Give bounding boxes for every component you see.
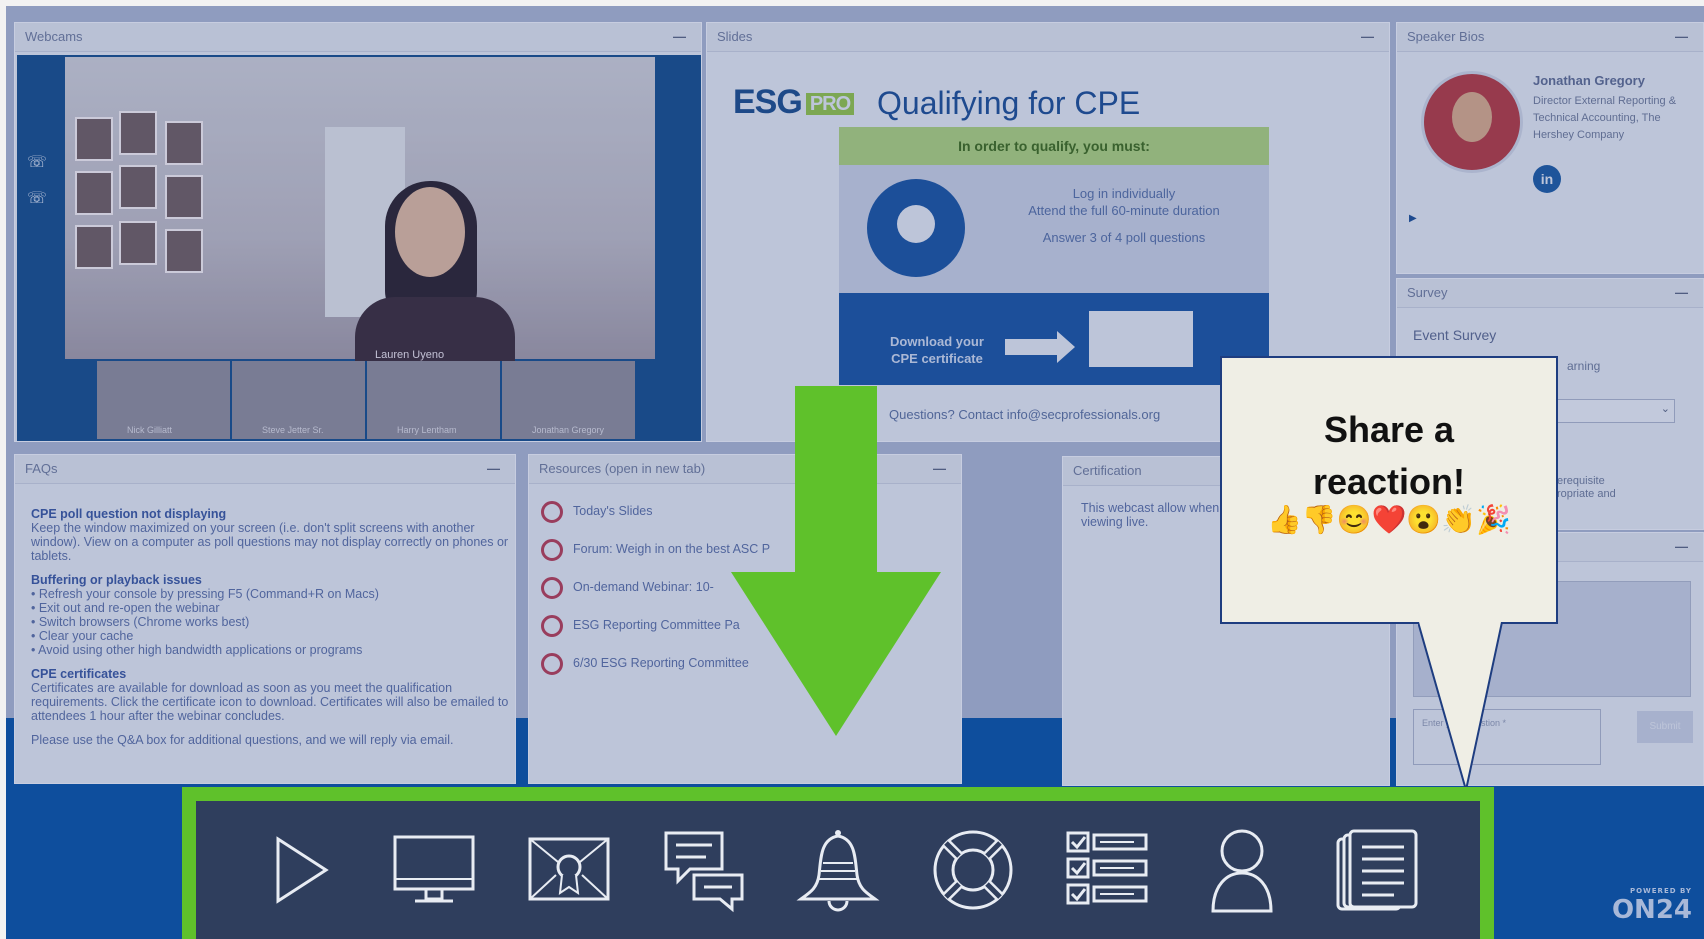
presenter-name: Lauren Uyeno bbox=[375, 349, 445, 361]
panel-title: Slides bbox=[717, 29, 753, 44]
award-ribbon-icon bbox=[867, 179, 965, 277]
faq-text: Please use the Q&A box for additional qu… bbox=[31, 733, 454, 747]
resource-icon bbox=[541, 539, 563, 561]
callout-tail bbox=[1418, 622, 1503, 791]
panel-title: Resources (open in new tab) bbox=[539, 461, 706, 476]
submit-button[interactable]: Submit bbox=[1637, 711, 1693, 743]
play-icon[interactable] bbox=[254, 822, 344, 918]
webcams-header[interactable]: Webcams — bbox=[15, 23, 701, 52]
speaker-name: Jonathan Gregory bbox=[1533, 73, 1645, 88]
minimize-icon[interactable]: — bbox=[487, 455, 501, 483]
speaker-bios-panel: Speaker Bios — Jonathan Gregory Director… bbox=[1396, 22, 1704, 274]
panel-title: FAQs bbox=[25, 461, 58, 476]
slides-header[interactable]: Slides — bbox=[707, 23, 1389, 52]
resource-icon bbox=[541, 501, 563, 523]
wall-frames bbox=[75, 111, 215, 287]
panel-title: Survey bbox=[1407, 285, 1448, 300]
call-icons[interactable]: ☏ ☏ bbox=[27, 145, 47, 217]
minimize-icon[interactable]: — bbox=[673, 23, 687, 51]
resource-icon bbox=[541, 615, 563, 637]
bell-icon[interactable] bbox=[793, 822, 883, 918]
checklist-icon[interactable] bbox=[1062, 822, 1152, 918]
chevron-down-icon: ⌄ bbox=[1660, 403, 1670, 415]
certificate-icon[interactable] bbox=[524, 822, 614, 918]
lifebuoy-icon[interactable] bbox=[928, 822, 1018, 918]
on24-logo: POWERED BY ON24 bbox=[1611, 887, 1692, 925]
expand-arrow-icon[interactable]: ▶ bbox=[1409, 213, 1417, 224]
main-video: Lauren Uyeno bbox=[65, 57, 655, 367]
minimize-icon[interactable]: — bbox=[1361, 23, 1375, 51]
esg-pro-logo: ESG PRO bbox=[733, 83, 855, 122]
monitor-icon[interactable] bbox=[389, 822, 479, 918]
faq-text: Certificates are available for download … bbox=[31, 681, 509, 723]
faq-heading: CPE poll question not displaying bbox=[31, 507, 227, 521]
faq-heading: Buffering or playback issues bbox=[31, 573, 202, 587]
survey-dropdown[interactable]: ⌄ bbox=[1555, 399, 1675, 423]
minimize-icon[interactable]: — bbox=[1675, 533, 1689, 561]
participant-thumbnail: Jonathan Gregory bbox=[502, 361, 637, 439]
webcam-stream: ☏ ☏ Lauren Uyeno Nick Gilliatt Steve Jett… bbox=[17, 55, 701, 441]
survey-title: Event Survey bbox=[1413, 327, 1497, 343]
panel-title: Speaker Bios bbox=[1407, 29, 1485, 44]
requirements-box: In order to qualify, you must: Log in in… bbox=[839, 127, 1269, 385]
minimize-icon[interactable]: — bbox=[1675, 279, 1689, 307]
linkedin-icon[interactable]: in bbox=[1533, 165, 1561, 193]
callout-title: Share a reaction! bbox=[1312, 409, 1466, 502]
participant-thumbnail: Steve Jetter Sr. bbox=[232, 361, 367, 439]
survey-question-fragment: erequisite ropriate and bbox=[1557, 475, 1616, 500]
panel-title: Webcams bbox=[25, 29, 83, 44]
bios-header[interactable]: Speaker Bios — bbox=[1397, 23, 1703, 52]
document-icon[interactable] bbox=[1332, 822, 1422, 918]
speaker-role: Director External Reporting & Technical … bbox=[1533, 95, 1677, 141]
download-banner: Download your CPE certificate bbox=[839, 293, 1269, 385]
console-toolbar bbox=[182, 787, 1494, 939]
arrow-right-icon bbox=[1005, 331, 1075, 363]
webinar-console: Webcams — ☏ ☏ Lauren Uyeno Nick Gilliatt … bbox=[0, 0, 1704, 939]
person-icon[interactable] bbox=[1197, 822, 1287, 918]
avatar bbox=[1421, 71, 1523, 173]
chat-icon[interactable] bbox=[658, 822, 748, 918]
slide-title: Qualifying for CPE bbox=[877, 85, 1141, 121]
top-border bbox=[0, 0, 1704, 6]
webcams-panel: Webcams — ☏ ☏ Lauren Uyeno Nick Gilliatt … bbox=[14, 22, 702, 442]
survey-question-fragment: arning bbox=[1567, 359, 1601, 373]
faq-heading: CPE certificates bbox=[31, 667, 127, 681]
faqs-header[interactable]: FAQs — bbox=[15, 455, 515, 484]
requirements-list: Log in individually Attend the full 60-m… bbox=[1028, 186, 1220, 245]
requirements-header: In order to qualify, you must: bbox=[839, 127, 1269, 165]
resource-icon bbox=[541, 577, 563, 599]
participant-thumbnail: Nick Gilliatt bbox=[97, 361, 232, 439]
toolbar-icons bbox=[196, 801, 1480, 939]
faq-text: • Refresh your console by pressing F5 (C… bbox=[31, 587, 379, 657]
participant-thumbnail: Harry Lentham bbox=[367, 361, 502, 439]
certificate-preview bbox=[1089, 311, 1193, 367]
download-label: Download your CPE certificate bbox=[890, 334, 984, 366]
survey-header[interactable]: Survey — bbox=[1397, 279, 1703, 308]
minimize-icon[interactable]: — bbox=[1675, 23, 1689, 51]
faq-text: Keep the window maximized on your screen… bbox=[31, 521, 509, 563]
reaction-emojis: 👍👎😊❤️😮👏🎉 bbox=[1266, 504, 1512, 535]
faq-content: CPE poll question not displaying Keep th… bbox=[31, 507, 509, 747]
faqs-panel: FAQs — CPE poll question not displaying … bbox=[14, 454, 516, 784]
green-arrow-down-icon bbox=[731, 386, 1103, 736]
participant-thumbnails: Nick Gilliatt Steve Jetter Sr. Harry Len… bbox=[97, 361, 637, 439]
presenter bbox=[355, 181, 515, 367]
resource-icon bbox=[541, 653, 563, 675]
reaction-callout: Share a reaction! 👍👎😊❤️😮👏🎉 bbox=[1220, 356, 1558, 624]
